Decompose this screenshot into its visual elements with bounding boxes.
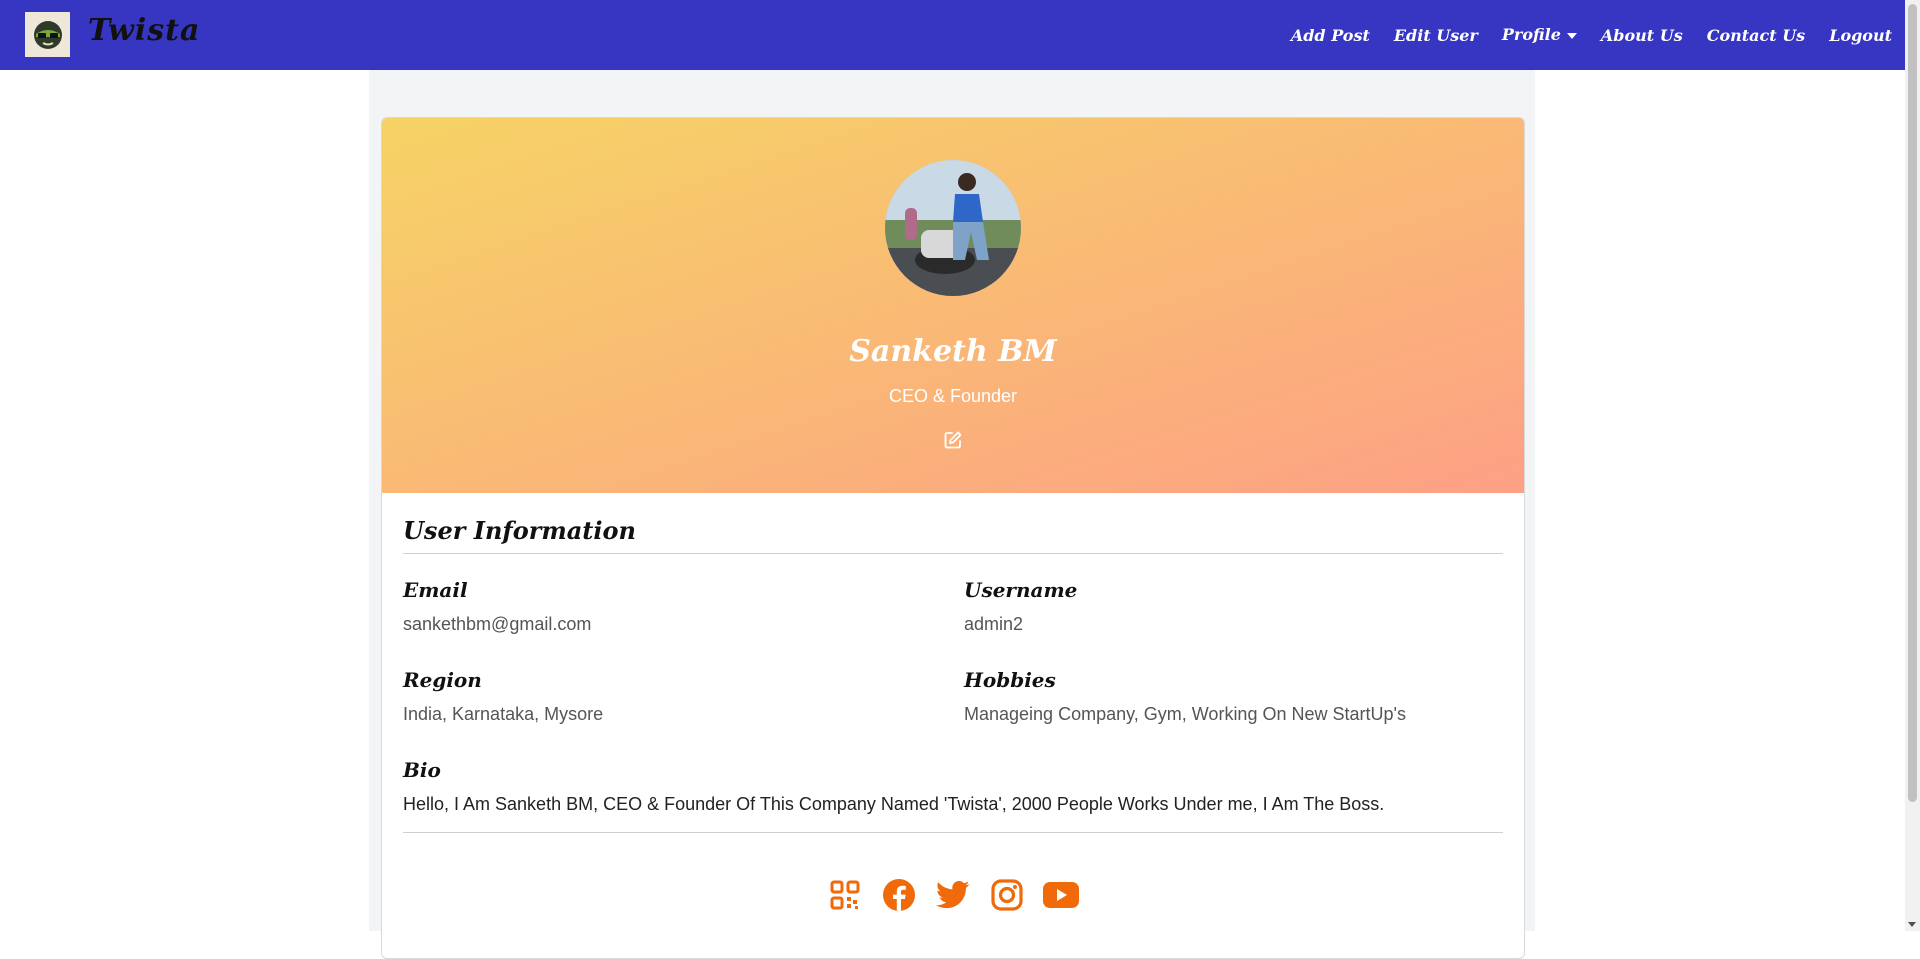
nav-about-us[interactable]: About Us <box>1601 26 1683 45</box>
nav-profile-dropdown[interactable]: Profile <box>1502 25 1577 45</box>
nav-links: Add Post Edit User Profile About Us Cont… <box>1291 0 1892 70</box>
avatar <box>885 160 1021 296</box>
qr-code-icon[interactable] <box>827 876 864 913</box>
twitter-icon[interactable] <box>935 876 972 913</box>
scrollbar-thumb[interactable] <box>1908 4 1917 802</box>
username-value: admin2 <box>964 614 1024 634</box>
email-label: Email <box>403 578 468 602</box>
navbar: Twista Add Post Edit User Profile About … <box>0 0 1905 70</box>
nav-edit-user[interactable]: Edit User <box>1394 26 1478 45</box>
content-column: Sanketh BM CEO & Founder User Informatio… <box>369 70 1535 959</box>
pencil-square-icon <box>944 431 962 449</box>
facebook-icon[interactable] <box>881 876 918 913</box>
avatar-photo <box>885 160 1021 296</box>
divider <box>403 553 1503 554</box>
profile-name: Sanketh BM <box>849 334 1057 369</box>
hobbies-label: Hobbies <box>964 668 1056 692</box>
youtube-icon[interactable] <box>1043 876 1080 913</box>
region-label: Region <box>403 668 482 692</box>
logo-face-icon <box>33 20 62 49</box>
scroll-down-arrow-icon[interactable] <box>1908 922 1916 927</box>
username-label: Username <box>964 578 1078 602</box>
nav-add-post[interactable]: Add Post <box>1291 26 1370 45</box>
edit-profile-icon[interactable] <box>943 430 963 450</box>
vertical-scrollbar[interactable] <box>1905 0 1920 931</box>
profile-role: CEO & Founder <box>888 386 1018 406</box>
hobbies-value: Manageing Company, Gym, Working On New S… <box>964 704 1406 724</box>
profile-header: Sanketh BM CEO & Founder <box>382 118 1524 493</box>
email-value: sankethbm@gmail.com <box>403 614 592 634</box>
section-title: User Information <box>403 516 636 545</box>
instagram-icon[interactable] <box>989 876 1026 913</box>
bio-value: Hello, I Am Sanketh BM, CEO & Founder Of… <box>403 794 1385 814</box>
nav-profile-label: Profile <box>1501 25 1561 44</box>
brand-name[interactable]: Twista <box>88 13 200 48</box>
social-links <box>382 876 1524 913</box>
divider <box>403 832 1503 833</box>
nav-contact-us[interactable]: Contact Us <box>1707 26 1805 45</box>
caret-down-icon <box>1566 32 1577 39</box>
nav-logout[interactable]: Logout <box>1829 26 1892 45</box>
region-value: India, Karnataka, Mysore <box>403 704 604 724</box>
bio-label: Bio <box>403 758 441 782</box>
brand-logo[interactable] <box>25 12 70 57</box>
profile-card: Sanketh BM CEO & Founder User Informatio… <box>381 117 1525 959</box>
